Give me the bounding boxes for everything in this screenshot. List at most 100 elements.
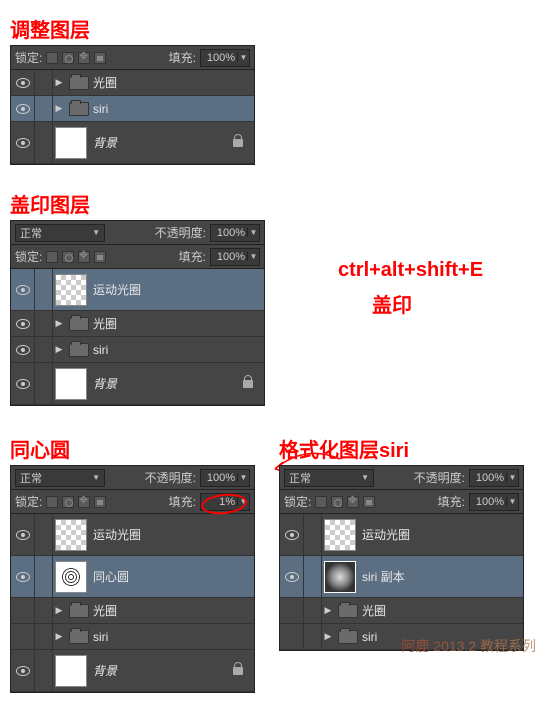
layer-thumb [324, 519, 356, 551]
lock-all-icon[interactable] [94, 251, 106, 263]
lock-all-icon[interactable] [363, 496, 375, 508]
visibility-toggle[interactable] [11, 122, 35, 163]
layer-name[interactable]: siri [93, 102, 248, 116]
layer-row[interactable]: 背景 [11, 122, 254, 164]
visibility-toggle[interactable] [11, 624, 35, 649]
fill-input[interactable]: 100% ▼ [200, 49, 250, 67]
lock-transparent-icon[interactable] [46, 496, 58, 508]
visibility-toggle[interactable] [11, 269, 35, 310]
lock-transparent-icon[interactable] [46, 251, 58, 263]
lock-fill-bar: 锁定: 填充: 100% ▼ [11, 46, 254, 70]
layer-name[interactable]: siri [93, 630, 248, 644]
expand-arrow-icon[interactable]: ▶ [322, 605, 334, 616]
eye-icon [16, 104, 30, 114]
visibility-toggle[interactable] [11, 514, 35, 555]
lock-position-icon[interactable] [78, 496, 90, 508]
layer-row[interactable]: ▶ siri [11, 624, 254, 650]
layer-row[interactable]: ▶ 光圈 [11, 598, 254, 624]
title-4: 格式化图层siri [279, 434, 524, 463]
visibility-toggle[interactable] [280, 514, 304, 555]
lock-pixels-icon[interactable] [62, 496, 74, 508]
lock-pixels-icon[interactable] [62, 52, 74, 64]
layer-list: 运动光圈 同心圆 ▶ 光圈 ▶ [11, 514, 254, 692]
layer-name[interactable]: 运动光圈 [93, 526, 248, 543]
expand-arrow-icon[interactable]: ▶ [53, 631, 65, 642]
lock-all-icon[interactable] [94, 52, 106, 64]
lock-position-icon[interactable] [347, 496, 359, 508]
visibility-toggle[interactable] [11, 70, 35, 95]
expand-arrow-icon[interactable]: ▶ [53, 77, 65, 88]
opacity-input[interactable]: 100%▼ [200, 469, 250, 487]
lock-pixels-icon[interactable] [62, 251, 74, 263]
blend-mode-select[interactable]: 正常▼ [284, 469, 374, 487]
expand-arrow-icon[interactable]: ▶ [53, 344, 65, 355]
visibility-toggle[interactable] [11, 363, 35, 404]
visibility-toggle[interactable] [11, 337, 35, 362]
layer-row[interactable]: ▶ siri [11, 337, 264, 363]
eye-icon [16, 379, 30, 389]
lock-icons [46, 496, 106, 508]
annotation-shortcut: ctrl+alt+shift+E [338, 259, 483, 282]
layer-row[interactable]: 背景 [11, 650, 254, 692]
link-cell [35, 269, 53, 310]
link-cell [35, 363, 53, 404]
lock-position-icon[interactable] [78, 52, 90, 64]
layer-thumb [55, 274, 87, 306]
folder-icon [69, 630, 89, 644]
layer-name[interactable]: 光圈 [362, 602, 517, 619]
layer-name[interactable]: 运动光圈 [93, 281, 258, 298]
layer-row[interactable]: siri 副本 [280, 556, 523, 598]
visibility-toggle[interactable] [11, 311, 35, 336]
layer-row[interactable]: ▶ 光圈 [11, 70, 254, 96]
fill-input[interactable]: 100%▼ [469, 493, 519, 511]
layer-name[interactable]: 光圈 [93, 602, 248, 619]
layer-thumb [324, 561, 356, 593]
lock-transparent-icon[interactable] [315, 496, 327, 508]
watermark: 阿鹿 2013.2 教程系列 [401, 636, 536, 656]
opacity-input[interactable]: 100% ▼ [210, 224, 260, 242]
layer-row[interactable]: ▶ 光圈 [280, 598, 523, 624]
layer-row[interactable]: 运动光圈 [11, 269, 264, 311]
eye-icon [16, 138, 30, 148]
expand-arrow-icon[interactable]: ▶ [322, 631, 334, 642]
layer-row[interactable]: 运动光圈 [280, 514, 523, 556]
visibility-toggle[interactable] [11, 556, 35, 597]
layer-row[interactable]: 运动光圈 [11, 514, 254, 556]
blend-mode-select[interactable]: 正常 ▼ [15, 224, 105, 242]
fill-input[interactable]: 1%▼ [200, 493, 250, 511]
visibility-toggle[interactable] [280, 624, 304, 649]
layer-name[interactable]: 背景 [93, 134, 228, 151]
layer-row[interactable]: ▶ siri [11, 96, 254, 122]
layer-name[interactable]: 同心圆 [93, 568, 248, 585]
layer-name[interactable]: 背景 [93, 662, 228, 679]
lock-transparent-icon[interactable] [46, 52, 58, 64]
lock-pixels-icon[interactable] [331, 496, 343, 508]
fill-input[interactable]: 100% ▼ [210, 248, 260, 266]
opacity-input[interactable]: 100%▼ [469, 469, 519, 487]
lock-icons [46, 251, 106, 263]
layer-name[interactable]: 光圈 [93, 74, 248, 91]
layer-name[interactable]: siri 副本 [362, 568, 517, 585]
visibility-toggle[interactable] [11, 650, 35, 691]
expand-arrow-icon[interactable]: ▶ [53, 318, 65, 329]
visibility-toggle[interactable] [280, 556, 304, 597]
folder-icon [69, 76, 89, 90]
expand-arrow-icon[interactable]: ▶ [53, 605, 65, 616]
expand-arrow-icon[interactable]: ▶ [53, 103, 65, 114]
layer-row[interactable]: ▶ 光圈 [11, 311, 264, 337]
visibility-toggle[interactable] [11, 96, 35, 121]
layer-row[interactable]: 同心圆 [11, 556, 254, 598]
layer-name[interactable]: 光圈 [93, 315, 258, 332]
layer-name[interactable]: 运动光圈 [362, 526, 517, 543]
layer-name[interactable]: 背景 [93, 375, 238, 392]
lock-all-icon[interactable] [94, 496, 106, 508]
lock-position-icon[interactable] [78, 251, 90, 263]
layer-row[interactable]: 背景 [11, 363, 264, 405]
chevron-down-icon: ▼ [247, 228, 259, 237]
link-cell [304, 624, 322, 649]
layer-name[interactable]: siri [93, 343, 258, 357]
link-cell [35, 70, 53, 95]
visibility-toggle[interactable] [11, 598, 35, 623]
visibility-toggle[interactable] [280, 598, 304, 623]
blend-mode-select[interactable]: 正常▼ [15, 469, 105, 487]
